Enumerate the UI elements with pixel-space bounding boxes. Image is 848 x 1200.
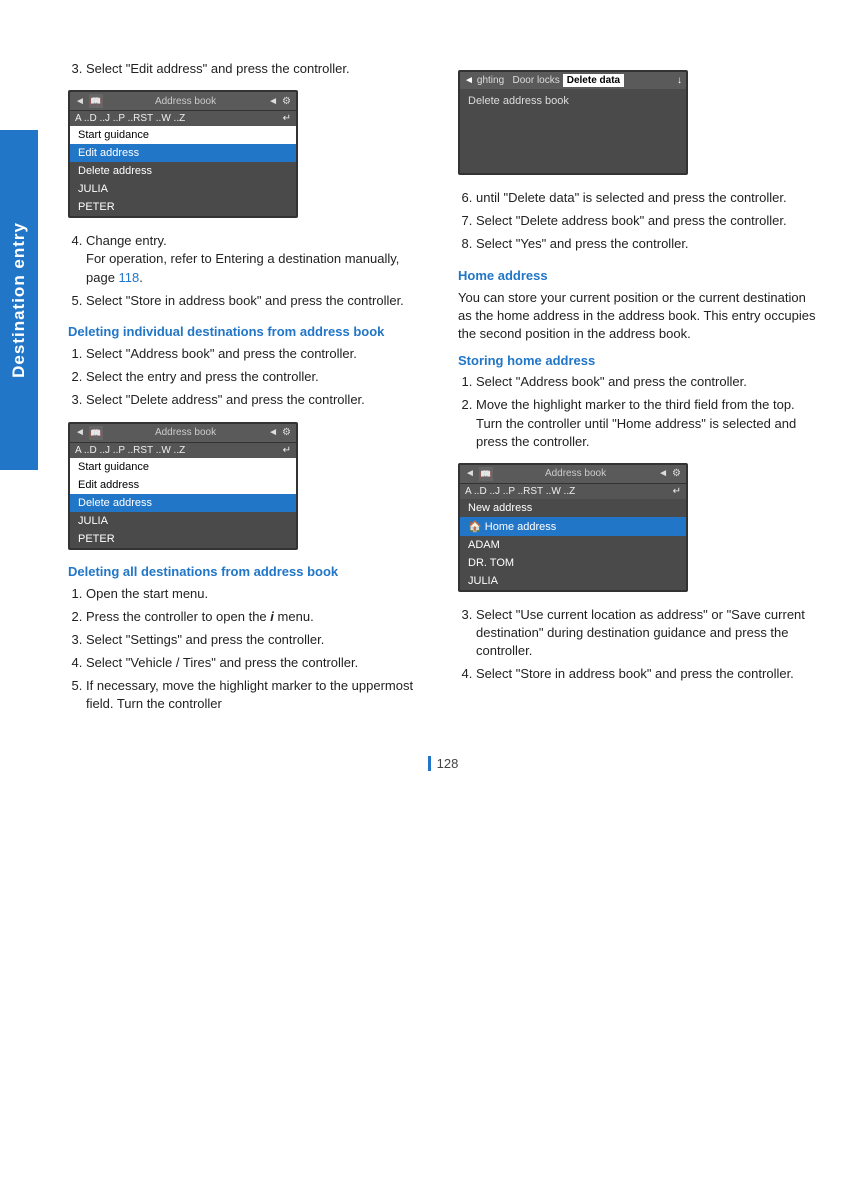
- page-link[interactable]: 118: [119, 270, 140, 285]
- del-step-3: Select "Delete address" and press the co…: [86, 391, 428, 409]
- right-step-6: until "Delete data" is selected and pres…: [476, 189, 818, 207]
- right-step-7: Select "Delete address book" and press t…: [476, 212, 818, 230]
- store-step-4: Select "Store in address book" and press…: [476, 665, 818, 683]
- info-icon-label: i: [270, 609, 277, 624]
- steps-4-5: Change entry. For operation, refer to En…: [68, 232, 428, 310]
- page-container: Destination entry Select "Edit address" …: [0, 0, 848, 1200]
- section-deleting-all-heading: Deleting all destinations from address b…: [68, 564, 428, 579]
- screen3-alpha: A ..D ..J ..P ..RST ..W ..Z ↵: [70, 443, 296, 458]
- screen1-item-delete: Delete address: [70, 162, 296, 180]
- storing-home-address-heading: Storing home address: [458, 353, 818, 368]
- screen2-topbar: ◄ ghting Door locks Delete data ↓: [460, 72, 686, 89]
- steps-list-top: Select "Edit address" and press the cont…: [68, 60, 428, 78]
- screen3-left-icon: ◄: [75, 427, 85, 438]
- home-address-para: You can store your current position or t…: [458, 289, 818, 344]
- steps-storing-home-2: Select "Use current location as address"…: [458, 606, 818, 684]
- steps-right-top: until "Delete data" is selected and pres…: [458, 189, 818, 254]
- screen1-item-start: Start guidance: [70, 126, 296, 144]
- screen1-top-right: ◄: [268, 96, 278, 107]
- screen4-left-icon: ◄: [465, 468, 475, 479]
- all-step-2: Press the controller to open the i menu.: [86, 608, 428, 626]
- store-step-3: Select "Use current location as address"…: [476, 606, 818, 661]
- screen4-adam: ADAM: [460, 536, 686, 554]
- screen3-topbar: ◄ 📖 Address book ◄ ⚙: [70, 424, 296, 443]
- screen3-item-edit: Edit address: [70, 476, 296, 494]
- screen4-book-icon: 📖: [479, 467, 493, 481]
- screen3-item-start: Start guidance: [70, 458, 296, 476]
- screen4-julia: JULIA: [460, 572, 686, 590]
- step-3: Select "Edit address" and press the cont…: [86, 60, 428, 78]
- screen4-new-address: New address: [460, 499, 686, 517]
- screen1-corner-icon: ⚙: [282, 96, 291, 107]
- screen3-corner: ⚙: [282, 427, 291, 438]
- left-column: Select "Edit address" and press the cont…: [68, 60, 428, 726]
- screen1-title: Address book: [107, 96, 264, 107]
- store-step-2: Move the highlight marker to the third f…: [476, 396, 818, 451]
- del-step-1: Select "Address book" and press the cont…: [86, 345, 428, 363]
- address-book-icon: 📖: [89, 94, 103, 108]
- content-area: Select "Edit address" and press the cont…: [48, 40, 848, 801]
- screen3-item-delete: Delete address: [70, 494, 296, 512]
- steps-delete-individual: Select "Address book" and press the cont…: [68, 345, 428, 410]
- two-column-layout: Select "Edit address" and press the cont…: [68, 60, 818, 726]
- screen-mockup-1: ◄ 📖 Address book ◄ ⚙ A ..D ..J ..P ..RST…: [68, 90, 298, 218]
- screen4-corner: ⚙: [672, 468, 681, 479]
- store-step-1: Select "Address book" and press the cont…: [476, 373, 818, 391]
- screen3-back-arrow: ↵: [283, 445, 291, 456]
- all-step-4: Select "Vehicle / Tires" and press the c…: [86, 654, 428, 672]
- step-5: Select "Store in address book" and press…: [86, 292, 428, 310]
- screen2-right-icon: ↓: [677, 75, 682, 86]
- steps-storing-home: Select "Address book" and press the cont…: [458, 373, 818, 451]
- screen2-top-text: ghting Door locks: [477, 75, 560, 86]
- screen1-topbar: ◄ 📖 Address book ◄ ⚙: [70, 92, 296, 111]
- screen3-top-right: ◄: [268, 427, 278, 438]
- screen4-topbar: ◄ 📖 Address book ◄ ⚙: [460, 465, 686, 484]
- all-step-5: If necessary, move the highlight marker …: [86, 677, 428, 713]
- screen4-dr-tom: DR. TOM: [460, 554, 686, 572]
- screen3-book-icon: 📖: [89, 426, 103, 440]
- steps-delete-all: Open the start menu. Press the controlle…: [68, 585, 428, 714]
- screen4-title: Address book: [497, 468, 654, 479]
- screen1-item-edit: Edit address: [70, 144, 296, 162]
- section-deleting-individual-heading: Deleting individual destinations from ad…: [68, 324, 428, 339]
- screen3-peter: PETER: [70, 530, 296, 548]
- page-number-area: 128: [68, 756, 818, 781]
- screen4-back-arrow: ↵: [673, 486, 681, 497]
- screen-mockup-3: ◄ 📖 Address book ◄ ⚙ A ..D ..J ..P ..RST…: [68, 422, 298, 550]
- screen1-peter: PETER: [70, 198, 296, 216]
- home-address-heading: Home address: [458, 268, 818, 283]
- screen4-top-right: ◄: [658, 468, 668, 479]
- sidebar-label: Destination entry: [0, 130, 38, 470]
- step-4: Change entry. For operation, refer to En…: [86, 232, 428, 287]
- screen1-alpha: A ..D ..J ..P ..RST ..W ..Z ↵: [70, 111, 296, 126]
- screen3-title: Address book: [107, 427, 264, 438]
- all-step-1: Open the start menu.: [86, 585, 428, 603]
- screen4-alpha: A ..D ..J ..P ..RST ..W ..Z ↵: [460, 484, 686, 499]
- screen2-left-icon: ◄: [464, 75, 474, 86]
- screen2-body: Delete address book: [460, 89, 686, 113]
- screen1-left-icon: ◄: [75, 96, 85, 107]
- screen1-julia: JULIA: [70, 180, 296, 198]
- screen4-home-address: 🏠 Home address: [460, 517, 686, 536]
- delete-data-badge: Delete data: [563, 74, 624, 87]
- screen-mockup-2: ◄ ghting Door locks Delete data ↓ Delete…: [458, 70, 688, 175]
- screen1-back-arrow: ↵: [283, 113, 291, 124]
- del-step-2: Select the entry and press the controlle…: [86, 368, 428, 386]
- right-step-8: Select "Yes" and press the controller.: [476, 235, 818, 253]
- right-column: ◄ ghting Door locks Delete data ↓ Delete…: [458, 60, 818, 726]
- screen-mockup-4: ◄ 📖 Address book ◄ ⚙ A ..D ..J ..P ..RST…: [458, 463, 688, 592]
- all-step-3: Select "Settings" and press the controll…: [86, 631, 428, 649]
- page-number: 128: [428, 756, 459, 771]
- screen3-julia: JULIA: [70, 512, 296, 530]
- sidebar-text: Destination entry: [9, 222, 29, 378]
